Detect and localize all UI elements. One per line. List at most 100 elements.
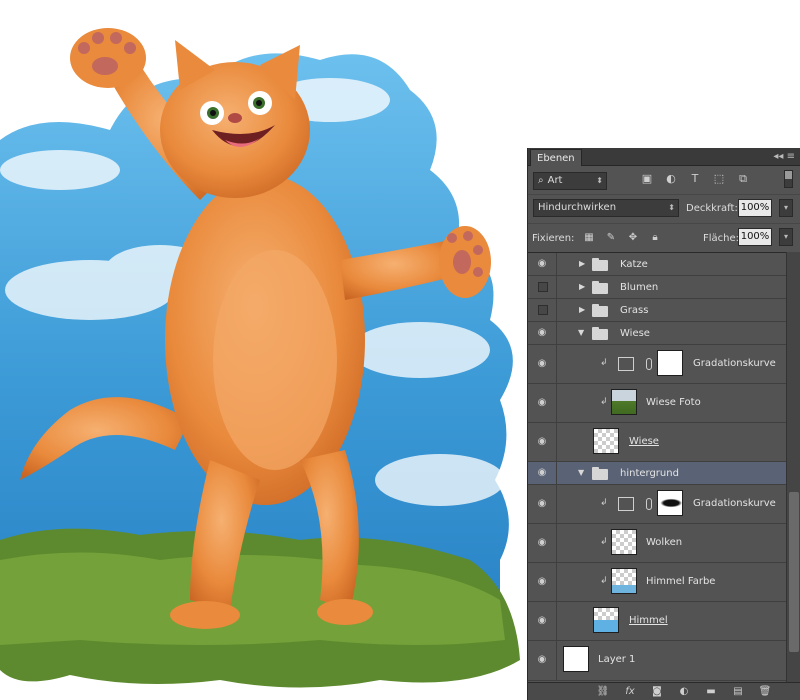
lock-transparent-icon[interactable]: ▦ [583,232,595,244]
panel-tab-bar: Ebenen ◂◂ ≡ [528,148,800,166]
panel-footer: ⛓ fx ◙ ◐ ▬ ▤ 🗑︎ [528,682,800,700]
clipping-arrow-icon: ↲ [600,576,608,586]
filter-type-value: Art [547,175,563,186]
layer-thumbnail[interactable] [563,646,589,672]
filter-pixel-icon[interactable]: ▣ [640,172,654,186]
expand-arrow-icon[interactable]: ▶ [579,282,585,291]
new-group-icon[interactable]: ▬ [704,686,718,698]
curves-icon [618,497,634,511]
eye-icon[interactable]: ◉ [534,358,550,369]
mask-thumbnail[interactable] [657,350,683,376]
eye-icon[interactable]: ◉ [534,498,550,509]
document-canvas[interactable] [0,0,527,700]
layer-name: Layer 1 [598,654,636,665]
eye-icon[interactable]: ◉ [534,615,550,626]
opacity-input[interactable]: 100% [738,199,772,217]
visibility-off-box[interactable] [538,282,548,292]
filter-smartobject-icon[interactable]: ⧉ [736,172,750,186]
eye-icon[interactable]: ◉ [534,576,550,587]
layer-name: Gradationskurve [693,498,776,509]
fill-dropdown-arrow[interactable]: ▾ [779,228,793,246]
layer-name: Himmel [629,615,668,626]
scrollbar-thumb[interactable] [789,492,799,652]
eye-icon[interactable]: ◉ [534,258,550,269]
expand-arrow-icon[interactable]: ▶ [579,259,585,268]
opacity-dropdown-arrow[interactable]: ▾ [779,199,793,217]
layers-scrollbar[interactable] [786,252,800,682]
folder-icon [592,281,608,294]
layer-name: Grass [620,305,649,316]
link-icon[interactable] [646,358,652,370]
mask-thumbnail[interactable] [657,490,683,516]
folder-icon [592,258,608,271]
opacity-label: Deckkraft: [686,203,738,214]
blend-mode-dropdown[interactable]: Hindurchwirken ⬍ [533,199,679,217]
filter-shape-icon[interactable]: ⬚ [712,172,726,186]
filter-toggle[interactable] [784,170,793,188]
eye-icon[interactable]: ◉ [534,327,550,338]
layer-thumbnail[interactable] [611,529,637,555]
updown-arrow-icon: ⬍ [668,203,675,212]
curves-icon [618,357,634,371]
layer-row-hintergrund[interactable]: ◉ ▼ hintergrund [528,462,786,485]
layer-row-himmel-farbe[interactable]: ◉ ↲ Himmel Farbe [528,563,786,602]
lock-brush-icon[interactable]: ✎ [605,232,617,244]
visibility-off-box[interactable] [538,305,548,315]
layer-row-grass[interactable]: ▶ Grass [528,299,786,322]
layers-list: ◉ ▶ Katze ▶ Blumen ▶ Grass ◉ ▼ Wiese ◉ ↲… [528,252,786,682]
eye-icon[interactable]: ◉ [534,467,550,478]
layer-name: Wiese [629,436,659,447]
panel-menu-icon[interactable]: ◂◂ ≡ [773,151,795,163]
layer-row-himmel[interactable]: ◉ Himmel [528,602,786,641]
eye-icon[interactable]: ◉ [534,654,550,665]
updown-arrow-icon: ⬍ [596,176,603,185]
layers-panel: Ebenen ◂◂ ≡ ⌕ Art ⬍ ▣ ◐ T ⬚ ⧉ Hindurchwir… [527,148,800,700]
trash-icon[interactable]: 🗑︎ [758,686,772,698]
layer-thumbnail[interactable] [611,389,637,415]
eye-icon[interactable]: ◉ [534,397,550,408]
fx-icon[interactable]: fx [623,686,637,698]
filter-text-icon[interactable]: T [688,172,702,186]
layer-name: Katze [620,259,648,270]
layer-row-wolken[interactable]: ◉ ↲ Wolken [528,524,786,563]
cloud [375,454,505,506]
collapse-arrow-icon[interactable]: ▼ [578,468,584,477]
eye-icon[interactable]: ◉ [534,537,550,548]
filter-type-dropdown[interactable]: ⌕ Art ⬍ [533,172,607,190]
link-icon[interactable] [646,498,652,510]
layer-name: Himmel Farbe [646,576,716,587]
collapse-arrow-icon[interactable]: ▼ [578,328,584,337]
layer-row-gradationskurve[interactable]: ◉ ↲ Gradationskurve [528,345,786,384]
layer-name: Wolken [646,537,683,548]
layer-name: Gradationskurve [693,358,776,369]
layer-thumbnail[interactable] [593,428,619,454]
layer-row-blumen[interactable]: ▶ Blumen [528,276,786,299]
layer-thumbnail[interactable] [593,607,619,633]
adjustment-layer-icon[interactable]: ◐ [677,686,691,698]
layer-row-wiese-foto[interactable]: ◉ ↲ Wiese Foto [528,384,786,423]
layer-row-wiese[interactable]: ◉ Wiese [528,423,786,462]
lock-label: Fixieren: [532,233,575,244]
filter-adjustment-icon[interactable]: ◐ [664,172,678,186]
layer-row-gradationskurve-2[interactable]: ◉ ↲ Gradationskurve [528,485,786,524]
blend-mode-value: Hindurchwirken [538,202,617,213]
lock-all-icon[interactable]: 🔒︎ [649,232,661,244]
tab-ebenen[interactable]: Ebenen [530,149,582,166]
folder-open-icon [592,327,608,340]
layer-thumbnail[interactable] [611,568,637,594]
eye-icon[interactable]: ◉ [534,436,550,447]
layer-name: hintergrund [620,468,679,479]
lock-move-icon[interactable]: ✥ [627,232,639,244]
link-layers-icon[interactable]: ⛓ [596,686,610,698]
cloud [0,150,120,190]
fill-input[interactable]: 100% [738,228,772,246]
clipping-arrow-icon: ↲ [600,537,608,547]
layer-row-katze[interactable]: ◉ ▶ Katze [528,253,786,276]
clipping-arrow-icon: ↲ [600,358,608,368]
new-layer-icon[interactable]: ▤ [731,686,745,698]
add-mask-icon[interactable]: ◙ [650,686,664,698]
layer-row-wiese-group[interactable]: ◉ ▼ Wiese [528,322,786,345]
expand-arrow-icon[interactable]: ▶ [579,305,585,314]
cloud [350,322,490,378]
layer-row-layer-1[interactable]: ◉ Layer 1 [528,641,786,681]
